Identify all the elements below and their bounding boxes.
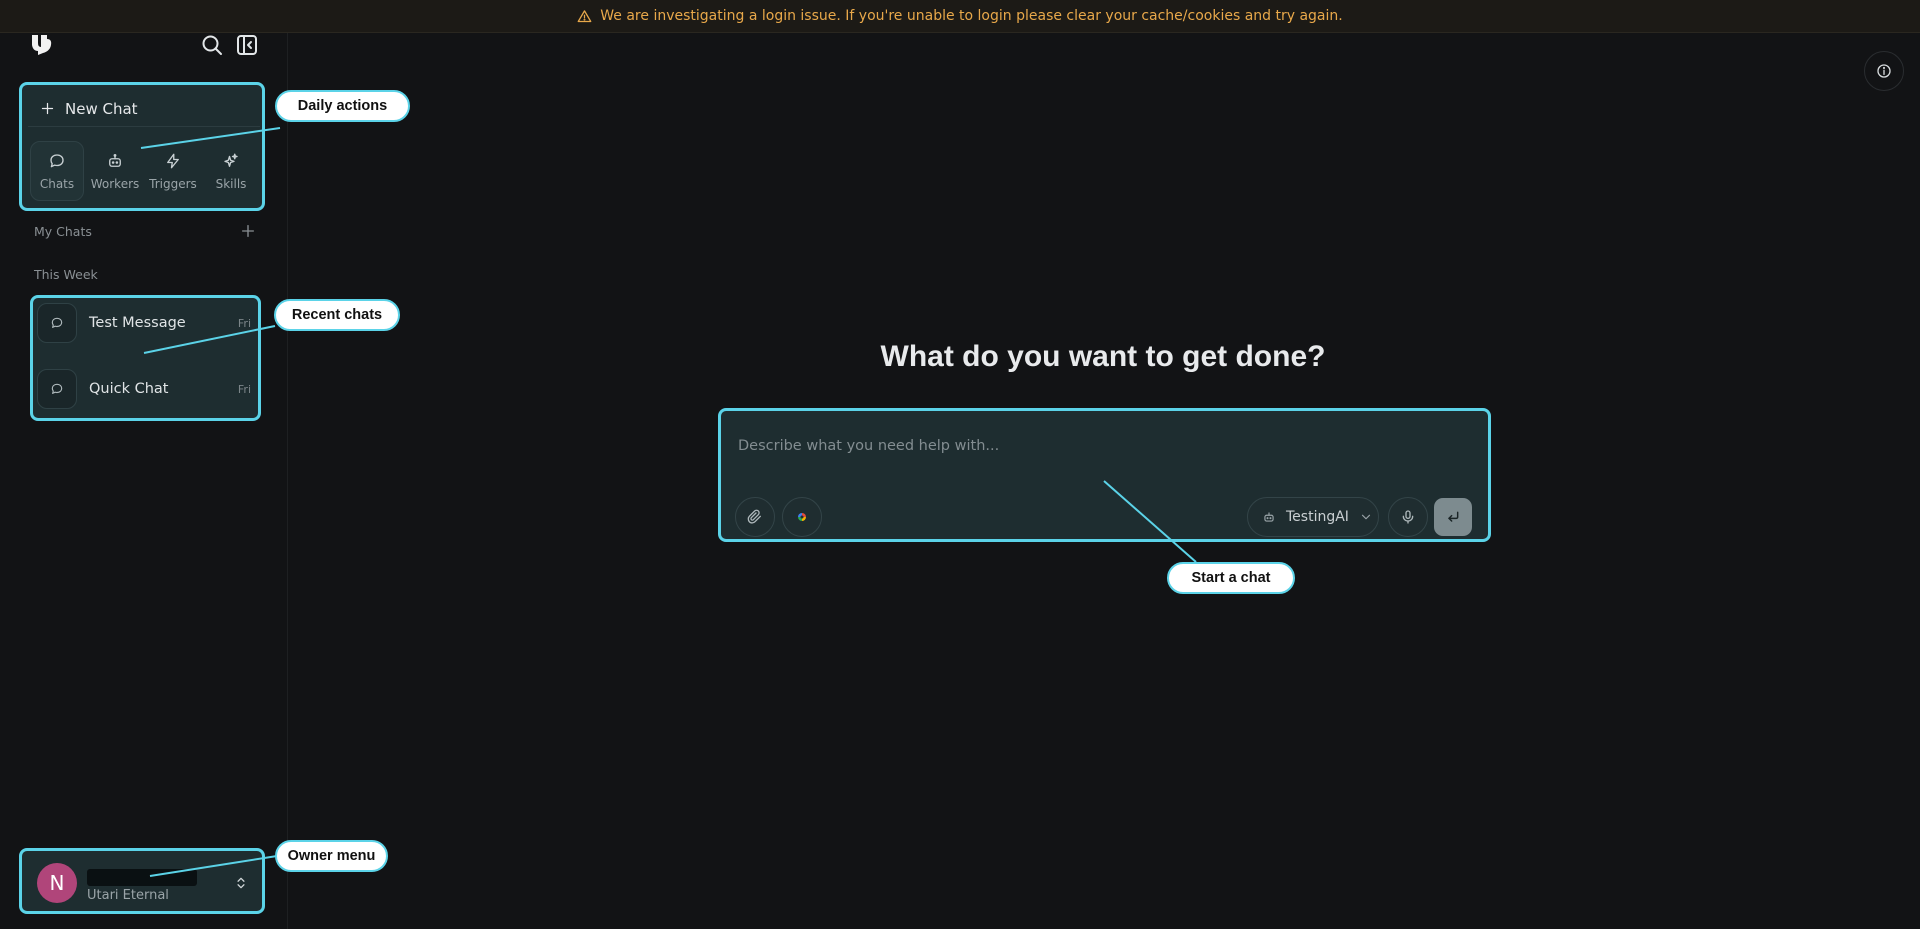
daily-actions-panel: New Chat Chats Workers Triggers Skills [19, 82, 265, 211]
paperclip-icon [747, 509, 761, 524]
callout-recent-chats: Recent chats [274, 299, 400, 331]
collapse-sidebar-icon[interactable] [235, 33, 259, 57]
voice-input-button[interactable] [1388, 497, 1428, 537]
owner-org: Utari Eternal [87, 888, 169, 903]
new-chat-label: New Chat [65, 99, 138, 118]
chat-composer: TestingAI [718, 408, 1491, 542]
app-connector-icon [798, 513, 806, 521]
chat-date: Fri [237, 382, 251, 396]
chat-list-item[interactable]: Quick Chat Fri [37, 366, 253, 412]
lightning-icon [167, 153, 179, 168]
chat-title: Test Message [89, 315, 186, 331]
callout-owner-menu: Owner menu [275, 840, 388, 872]
tab-triggers[interactable]: Triggers [146, 141, 200, 201]
app-logo[interactable] [30, 33, 54, 57]
robot-icon [1264, 512, 1274, 522]
tab-chats[interactable]: Chats [30, 141, 84, 201]
action-tabs: Chats Workers Triggers Skills [28, 141, 260, 203]
chat-item-icon-wrap [37, 369, 77, 409]
my-chats-heading: My Chats [34, 224, 92, 239]
integrations-button[interactable] [782, 497, 822, 537]
info-button[interactable] [1864, 51, 1904, 91]
sparkles-icon [224, 153, 238, 167]
page-headline: What do you want to get done? [880, 340, 1326, 373]
chat-bubble-icon [50, 153, 64, 167]
tab-skills-label: Skills [215, 176, 247, 191]
chat-bubble-icon [51, 317, 63, 328]
chat-date: Fri [237, 316, 251, 330]
banner-text: We are investigating a login issue. If y… [600, 8, 1343, 24]
info-icon [1877, 64, 1891, 78]
chat-bubble-icon [51, 383, 63, 394]
chat-list-item[interactable]: Test Message Fri [37, 300, 253, 346]
add-folder-icon[interactable] [240, 223, 256, 239]
warning-icon [577, 9, 592, 22]
model-selector[interactable]: TestingAI [1247, 497, 1379, 537]
tab-chats-label: Chats [39, 176, 75, 191]
robot-icon [109, 153, 121, 167]
microphone-icon [1402, 510, 1414, 524]
owner-name-redacted [87, 869, 197, 886]
chat-item-icon-wrap [37, 303, 77, 343]
callout-daily-actions: Daily actions [275, 90, 410, 122]
callout-start-chat: Start a chat [1167, 562, 1295, 594]
model-name: TestingAI [1286, 509, 1349, 525]
chat-title: Quick Chat [89, 381, 169, 397]
chevron-up-down-icon [237, 877, 245, 889]
attach-button[interactable] [735, 497, 775, 537]
recent-chats-panel: Test Message Fri Quick Chat Fri [30, 295, 261, 421]
tab-triggers-label: Triggers [149, 176, 197, 191]
search-icon[interactable] [200, 33, 224, 57]
announcement-banner: We are investigating a login issue. If y… [0, 0, 1920, 33]
tab-skills[interactable]: Skills [204, 141, 258, 201]
avatar: N [37, 863, 77, 903]
enter-icon [1448, 511, 1459, 522]
new-chat-button[interactable]: New Chat [28, 91, 260, 127]
chevron-down-icon [1361, 514, 1371, 520]
owner-menu-button[interactable]: N Utari Eternal [19, 848, 265, 914]
plus-icon [41, 102, 54, 115]
sidebar: New Chat Chats Workers Triggers Skills M… [0, 33, 288, 929]
send-button[interactable] [1434, 498, 1472, 536]
composer-input[interactable] [738, 435, 1438, 457]
tab-workers-label: Workers [90, 176, 140, 191]
tab-workers[interactable]: Workers [88, 141, 142, 201]
this-week-heading: This Week [34, 267, 98, 282]
